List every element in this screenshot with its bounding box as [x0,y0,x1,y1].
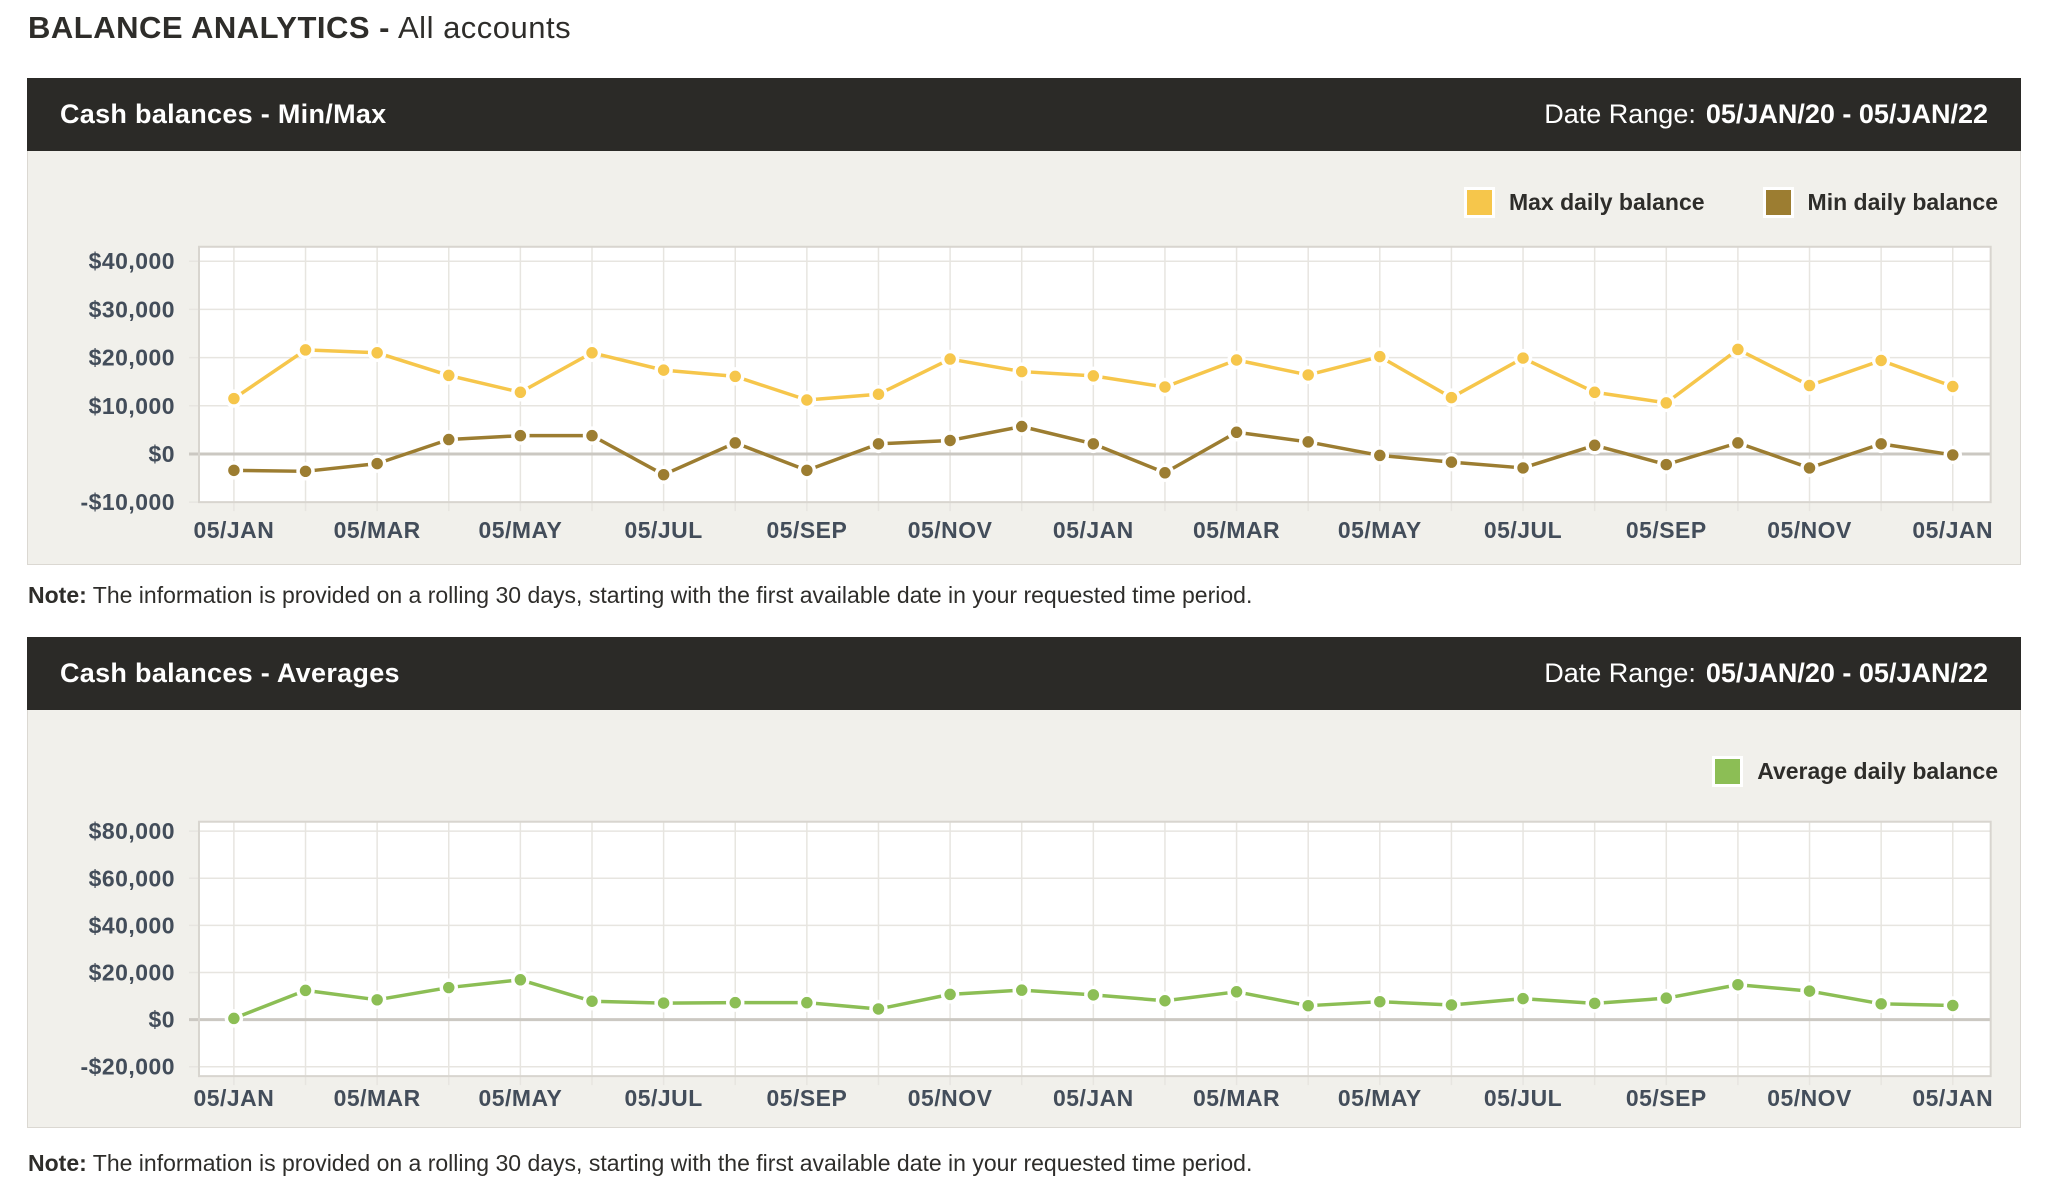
svg-text:$20,000: $20,000 [89,345,175,371]
svg-text:05/SEP: 05/SEP [766,1085,847,1111]
page-title: BALANCE ANALYTICS -All accounts [28,10,571,46]
svg-text:$10,000: $10,000 [89,393,175,419]
note-text: The information is provided on a rolling… [93,582,1253,608]
svg-text:05/JAN: 05/JAN [194,1085,275,1111]
svg-text:05/NOV: 05/NOV [908,1085,993,1111]
svg-text:05/JUL: 05/JUL [625,1085,703,1111]
note-label: Note: [28,582,87,608]
legend-label-max: Max daily balance [1509,189,1705,216]
svg-text:05/SEP: 05/SEP [1626,517,1707,543]
note-label: Note: [28,1150,87,1176]
svg-text:05/JUL: 05/JUL [1484,1085,1562,1111]
svg-text:05/NOV: 05/NOV [1767,1085,1852,1111]
legend-label-average: Average daily balance [1757,758,1998,785]
svg-text:05/SEP: 05/SEP [1626,1085,1707,1111]
minmax-panel: Cash balances - Min/Max Date Range: 05/JA… [27,78,2021,565]
date-range-value: 05/JAN/20 - 05/JAN/22 [1706,99,1988,129]
averages-date-range: Date Range: 05/JAN/20 - 05/JAN/22 [1544,658,1988,689]
svg-text:05/MAR: 05/MAR [1193,517,1280,543]
balance-analytics-page: BALANCE ANALYTICS -All accounts Cash bal… [0,0,2048,1191]
date-range-value: 05/JAN/20 - 05/JAN/22 [1706,658,1988,688]
averages-panel-header: Cash balances - Averages Date Range: 05/J… [27,637,2021,710]
svg-text:$40,000: $40,000 [89,912,175,938]
svg-text:05/MAY: 05/MAY [479,517,563,543]
page-title-main: BALANCE ANALYTICS - [28,10,390,45]
averages-note: Note: The information is provided on a r… [28,1150,1988,1177]
svg-text:05/JAN: 05/JAN [1053,1085,1134,1111]
svg-text:$0: $0 [149,1007,176,1033]
legend-item-min-daily-balance[interactable]: Min daily balance [1763,187,1998,218]
svg-text:05/JUL: 05/JUL [625,517,703,543]
svg-text:05/JUL: 05/JUL [1484,517,1562,543]
averages-legend: Average daily balance [1712,756,1998,787]
minmax-panel-header: Cash balances - Min/Max Date Range: 05/JA… [27,78,2021,151]
svg-text:$80,000: $80,000 [89,818,175,844]
legend-label-min: Min daily balance [1808,189,1998,216]
minmax-panel-title: Cash balances - Min/Max [60,99,387,130]
svg-text:05/MAR: 05/MAR [334,1085,421,1111]
date-range-label: Date Range: [1544,99,1696,129]
legend-item-max-daily-balance[interactable]: Max daily balance [1464,187,1705,218]
averages-panel-title: Cash balances - Averages [60,658,400,689]
svg-text:05/MAY: 05/MAY [1338,517,1422,543]
average-series-swatch [1712,756,1743,787]
svg-text:05/MAR: 05/MAR [1193,1085,1280,1111]
minmax-note: Note: The information is provided on a r… [28,582,1988,609]
svg-text:-$10,000: -$10,000 [81,489,176,515]
svg-text:05/MAY: 05/MAY [1338,1085,1422,1111]
min-series-swatch [1763,187,1794,218]
svg-text:05/NOV: 05/NOV [908,517,993,543]
svg-text:$60,000: $60,000 [89,865,175,891]
svg-text:$30,000: $30,000 [89,296,175,322]
svg-text:05/JAN: 05/JAN [1053,517,1134,543]
note-text: The information is provided on a rolling… [93,1150,1253,1176]
svg-text:$40,000: $40,000 [89,248,175,274]
averages-panel-body: Average daily balance $80,000 $60,000 $40,… [27,710,2021,1128]
minmax-panel-body: Max daily balance Min daily balance $40,… [27,151,2021,565]
averages-panel: Cash balances - Averages Date Range: 05/J… [27,637,2021,1128]
legend-item-average-daily-balance[interactable]: Average daily balance [1712,756,1998,787]
svg-text:05/JAN: 05/JAN [1912,1085,1993,1111]
max-series-swatch [1464,187,1495,218]
svg-text:$20,000: $20,000 [89,959,175,985]
svg-text:05/JAN: 05/JAN [194,517,275,543]
svg-text:05/NOV: 05/NOV [1767,517,1852,543]
svg-text:05/MAR: 05/MAR [334,517,421,543]
svg-text:05/JAN: 05/JAN [1912,517,1993,543]
svg-text:05/SEP: 05/SEP [766,517,847,543]
svg-text:$0: $0 [149,441,176,467]
date-range-label: Date Range: [1544,658,1696,688]
page-title-scope: All accounts [398,10,571,45]
minmax-date-range: Date Range: 05/JAN/20 - 05/JAN/22 [1544,99,1988,130]
minmax-legend: Max daily balance Min daily balance [1464,187,1998,218]
svg-text:05/MAY: 05/MAY [478,1085,562,1111]
svg-text:-$20,000: -$20,000 [80,1054,175,1080]
